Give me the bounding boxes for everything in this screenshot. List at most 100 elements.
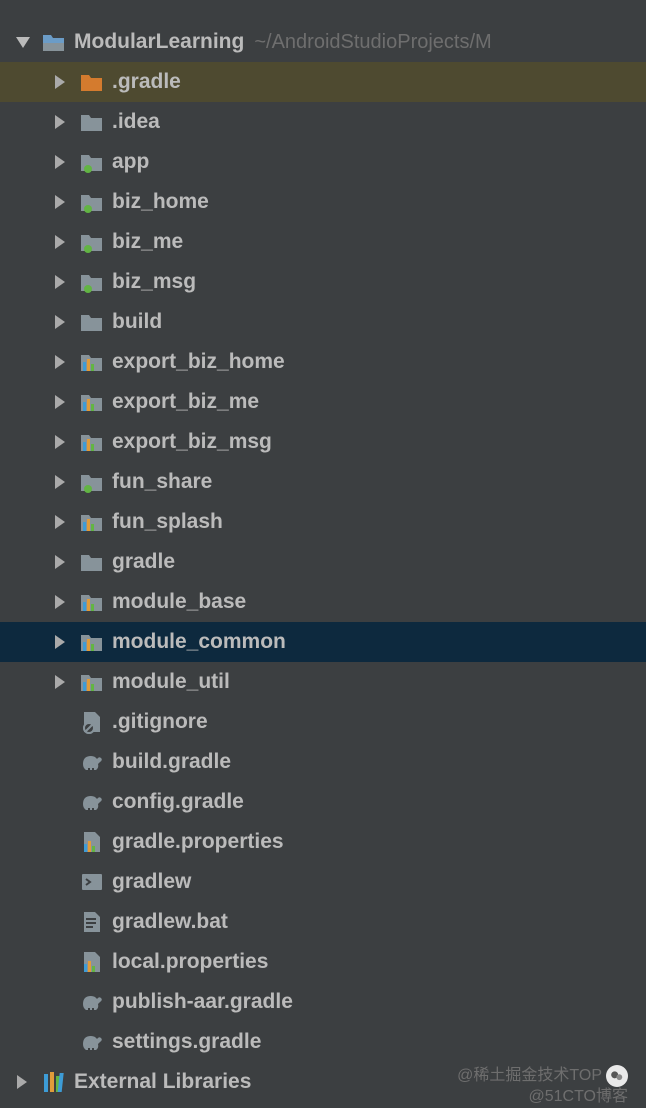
- gradle-elephant-icon: [80, 790, 104, 814]
- chevron-right-icon[interactable]: [52, 393, 70, 411]
- folder-orange-icon: [80, 70, 104, 94]
- tree-item[interactable]: biz_msg: [0, 262, 646, 302]
- gradle-elephant-icon: [80, 750, 104, 774]
- tree-item-label: gradlew: [112, 870, 191, 894]
- tree-item-label: .gradle: [112, 70, 181, 94]
- module-bars-icon: [80, 590, 104, 614]
- tree-item[interactable]: biz_me: [0, 222, 646, 262]
- tree-item[interactable]: gradlew: [0, 862, 646, 902]
- tree-item[interactable]: export_biz_msg: [0, 422, 646, 462]
- terminal-icon: [80, 870, 104, 894]
- module-green-icon: [80, 150, 104, 174]
- tree-item[interactable]: config.gradle: [0, 782, 646, 822]
- tree-item-label: local.properties: [112, 950, 268, 974]
- project-name-label: ModularLearning: [74, 30, 244, 54]
- module-bars-icon: [80, 670, 104, 694]
- external-libraries-row[interactable]: External Libraries: [0, 1062, 646, 1102]
- folder-icon: [80, 110, 104, 134]
- tree-item-label: fun_splash: [112, 510, 223, 534]
- tree-item[interactable]: module_util: [0, 662, 646, 702]
- tree-item[interactable]: fun_splash: [0, 502, 646, 542]
- chevron-down-icon[interactable]: [14, 33, 32, 51]
- module-green-icon: [80, 230, 104, 254]
- tree-item-label: module_common: [112, 630, 286, 654]
- module-bars-icon: [80, 510, 104, 534]
- module-green-icon: [80, 270, 104, 294]
- tree-item[interactable]: module_base: [0, 582, 646, 622]
- tree-item[interactable]: settings.gradle: [0, 1022, 646, 1062]
- libraries-icon: [42, 1070, 66, 1094]
- tree-item-label: app: [112, 150, 149, 174]
- project-root-row[interactable]: ModularLearning ~/AndroidStudioProjects/…: [0, 22, 646, 62]
- properties-icon: [80, 830, 104, 854]
- module-green-icon: [80, 470, 104, 494]
- chevron-right-icon[interactable]: [52, 153, 70, 171]
- project-root-folder-icon: [42, 30, 66, 54]
- tree-item[interactable]: gradle: [0, 542, 646, 582]
- tree-item[interactable]: gradle.properties: [0, 822, 646, 862]
- tree-item-label: fun_share: [112, 470, 212, 494]
- tree-item[interactable]: build.gradle: [0, 742, 646, 782]
- chevron-right-icon[interactable]: [52, 673, 70, 691]
- tree-item[interactable]: app: [0, 142, 646, 182]
- chevron-right-icon[interactable]: [52, 193, 70, 211]
- module-bars-icon: [80, 390, 104, 414]
- chevron-right-icon[interactable]: [52, 353, 70, 371]
- tree-item-label: export_biz_msg: [112, 430, 272, 454]
- chevron-right-icon[interactable]: [52, 593, 70, 611]
- properties-icon: [80, 950, 104, 974]
- module-green-icon: [80, 190, 104, 214]
- chevron-right-icon[interactable]: [52, 513, 70, 531]
- project-path-label: ~/AndroidStudioProjects/M: [254, 31, 491, 54]
- module-bars-icon: [80, 350, 104, 374]
- tree-item-label: .idea: [112, 110, 160, 134]
- chevron-right-icon[interactable]: [52, 113, 70, 131]
- module-bars-icon: [80, 630, 104, 654]
- chevron-right-icon[interactable]: [52, 473, 70, 491]
- chevron-right-icon[interactable]: [52, 73, 70, 91]
- tree-item-label: .gitignore: [112, 710, 208, 734]
- tree-item-label: build: [112, 310, 162, 334]
- tree-item-label: config.gradle: [112, 790, 244, 814]
- tree-item[interactable]: fun_share: [0, 462, 646, 502]
- tree-item-label: gradlew.bat: [112, 910, 228, 934]
- tree-item-label: module_base: [112, 590, 246, 614]
- tree-item-label: export_biz_me: [112, 390, 259, 414]
- tree-item[interactable]: local.properties: [0, 942, 646, 982]
- file-icon: [80, 910, 104, 934]
- tree-item-label: biz_home: [112, 190, 209, 214]
- tree-item-label: gradle.properties: [112, 830, 284, 854]
- file-ignore-icon: [80, 710, 104, 734]
- project-tree: ModularLearning ~/AndroidStudioProjects/…: [0, 0, 646, 1102]
- chevron-right-icon[interactable]: [52, 633, 70, 651]
- tree-item-label: publish-aar.gradle: [112, 990, 293, 1014]
- chevron-right-icon[interactable]: [14, 1073, 32, 1091]
- tree-item-label: settings.gradle: [112, 1030, 261, 1054]
- chevron-right-icon[interactable]: [52, 233, 70, 251]
- tree-item-label: module_util: [112, 670, 230, 694]
- tree-item-label: export_biz_home: [112, 350, 285, 374]
- tree-item[interactable]: .gitignore: [0, 702, 646, 742]
- gradle-elephant-icon: [80, 990, 104, 1014]
- folder-icon: [80, 310, 104, 334]
- tree-item[interactable]: publish-aar.gradle: [0, 982, 646, 1022]
- gradle-elephant-icon: [80, 1030, 104, 1054]
- folder-icon: [80, 550, 104, 574]
- tree-item[interactable]: .gradle: [0, 62, 646, 102]
- tree-item-label: build.gradle: [112, 750, 231, 774]
- tree-item[interactable]: export_biz_me: [0, 382, 646, 422]
- tree-item[interactable]: gradlew.bat: [0, 902, 646, 942]
- chevron-right-icon[interactable]: [52, 433, 70, 451]
- tree-item-label: biz_me: [112, 230, 183, 254]
- tree-item[interactable]: .idea: [0, 102, 646, 142]
- chevron-right-icon[interactable]: [52, 273, 70, 291]
- tree-item[interactable]: build: [0, 302, 646, 342]
- chevron-right-icon[interactable]: [52, 553, 70, 571]
- tree-item[interactable]: export_biz_home: [0, 342, 646, 382]
- tree-item[interactable]: module_common: [0, 622, 646, 662]
- tree-item[interactable]: biz_home: [0, 182, 646, 222]
- chevron-right-icon[interactable]: [52, 313, 70, 331]
- external-libraries-label: External Libraries: [74, 1070, 251, 1094]
- tree-item-label: biz_msg: [112, 270, 196, 294]
- tree-item-label: gradle: [112, 550, 175, 574]
